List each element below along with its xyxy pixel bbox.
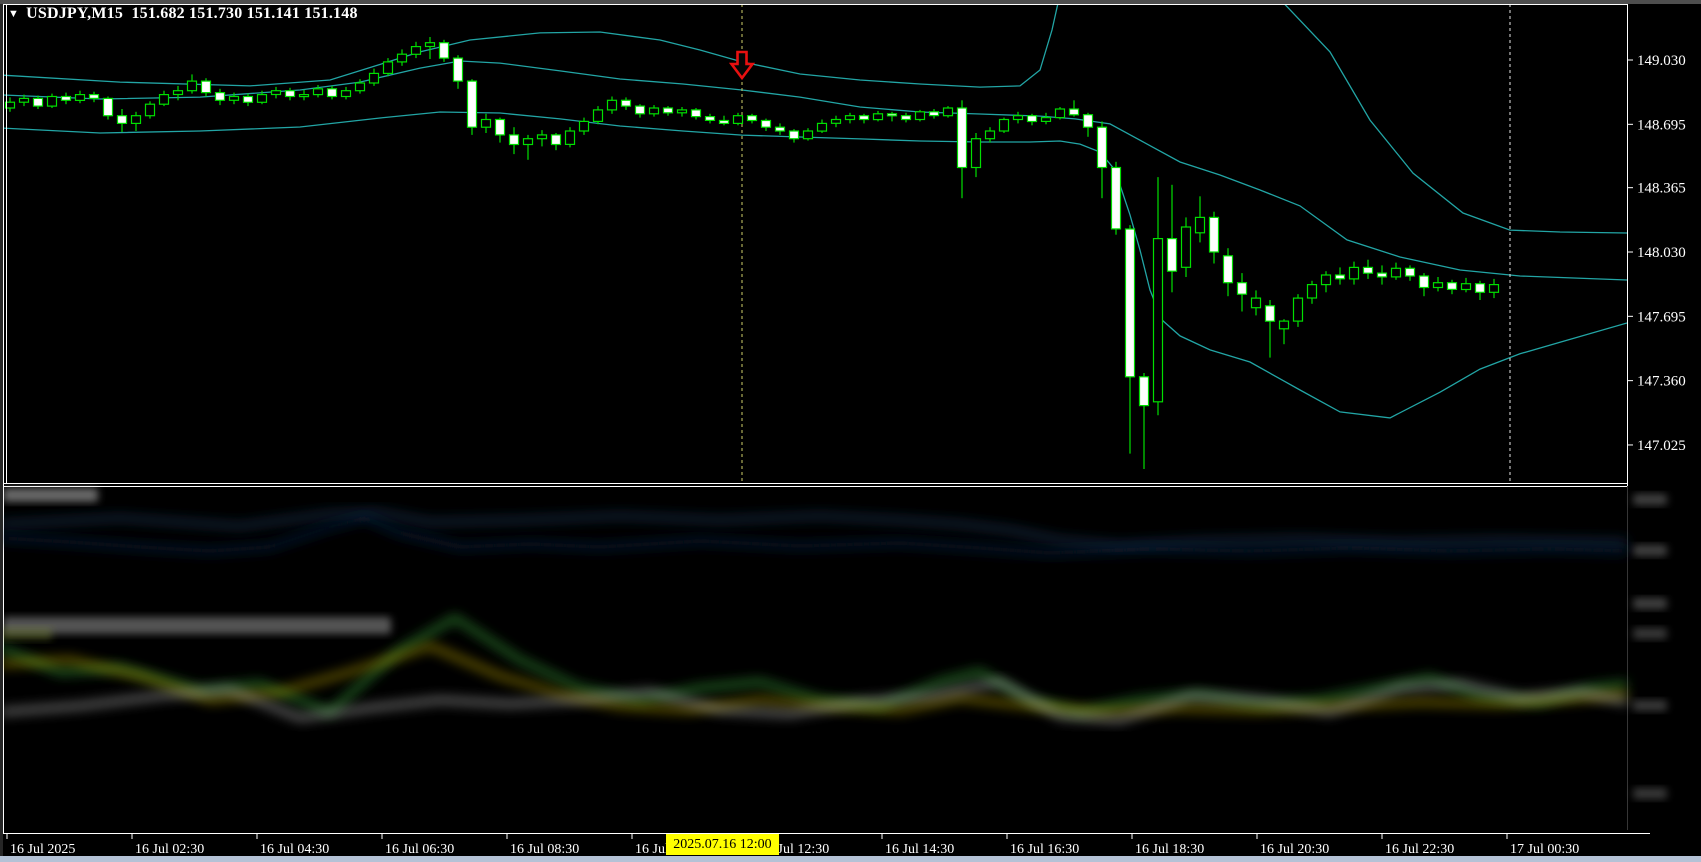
blurred-label-blob [1633, 628, 1667, 639]
candle [468, 79, 477, 135]
price-axis-label: 148.030 [1637, 245, 1686, 261]
price-axis-label: 148.695 [1637, 117, 1686, 133]
time-axis-label: 16 Jul 18:30 [1135, 842, 1204, 857]
candle [944, 106, 953, 118]
blurred-label-blob [1633, 700, 1667, 711]
candle [440, 40, 449, 62]
window-top-edge [0, 0, 1701, 4]
time-axis-label: 16 Jul 04:30 [260, 842, 329, 857]
candle [916, 110, 925, 122]
quote-line: ▼ USDJPY,M15 151.682 151.730 151.141 151… [8, 5, 358, 23]
quote-text: USDJPY,M15 151.682 151.730 151.141 151.1… [26, 5, 358, 23]
time-axis-label: 16 Jul 2025 [10, 842, 75, 857]
time-axis-label: 16 Jul 08:30 [510, 842, 579, 857]
candle [1112, 162, 1121, 235]
mt4-chart-window: 149.030 148.695 148.365 148.030 147.695 147.3… [0, 0, 1701, 862]
price-axis-label: 147.695 [1637, 309, 1686, 325]
blurred-label-blob [1633, 788, 1667, 799]
candle [104, 97, 113, 120]
candle [1056, 107, 1065, 120]
window-left-edge [0, 4, 3, 857]
price-axis-label: 149.030 [1637, 53, 1686, 69]
blurred-label-blob [1633, 545, 1667, 556]
time-axis-label: 16 Jul 14:30 [885, 842, 954, 857]
window-bottom-statusbar-edge [0, 856, 1701, 862]
time-axis-label: 16 Jul 06:30 [385, 842, 454, 857]
blurred-label-blob [0, 628, 52, 640]
time-cursor-highlight-label: 2025.07.16 12:00 [666, 834, 779, 855]
candle [1000, 118, 1009, 133]
blurred-label-blob [3, 617, 391, 634]
time-axis-label: 16 Jul 02:30 [135, 842, 204, 857]
chart-canvas[interactable]: 149.030 148.695 148.365 148.030 147.695 147.3… [0, 0, 1701, 862]
price-axis-label: 147.360 [1637, 374, 1686, 390]
candle [146, 101, 155, 118]
blurred-label-blob [1633, 598, 1667, 609]
time-axis-label: 16 Jul 22:30 [1385, 842, 1454, 857]
chevron-down-icon[interactable]: ▼ [8, 6, 19, 22]
price-axis-label: 148.365 [1637, 181, 1686, 197]
time-axis-label: 17 Jul 00:30 [1510, 842, 1579, 857]
blurred-label-blob [3, 488, 98, 502]
time-axis-label: 16 Jul 20:30 [1260, 842, 1329, 857]
time-axis-label: 16 Jul 16:30 [1010, 842, 1079, 857]
blurred-label-blob [1633, 494, 1667, 505]
price-axis-label: 147.025 [1637, 438, 1686, 454]
